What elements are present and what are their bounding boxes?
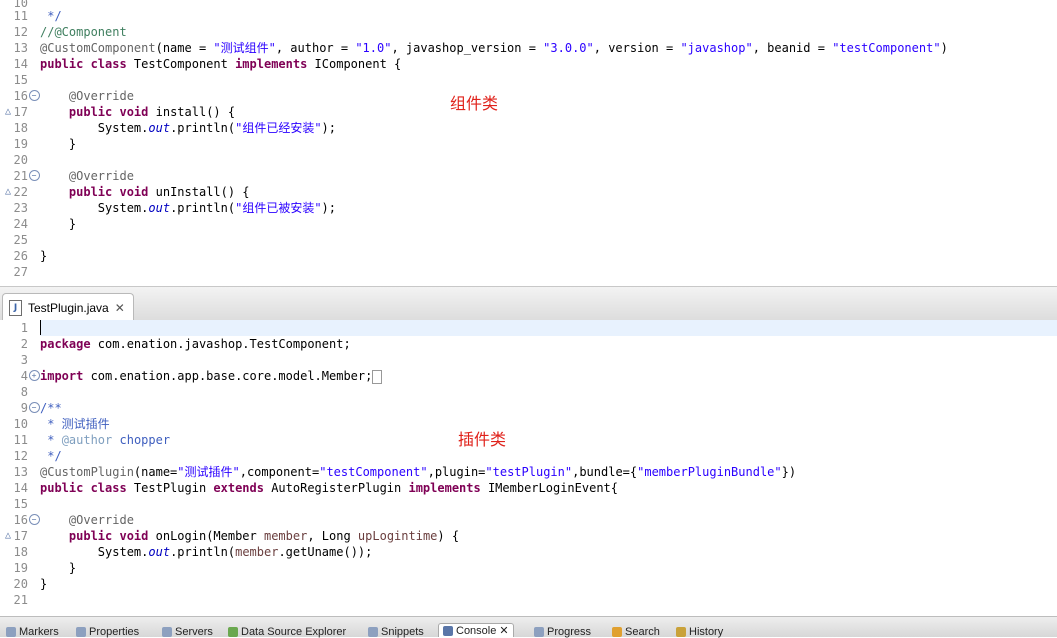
bottom-view-tab-bar: Markers Properties Servers Data Source E… (0, 616, 1057, 638)
line-number: 13 (13, 465, 28, 479)
line-number: 11 (13, 9, 28, 23)
line-number: 15 (13, 497, 28, 511)
code-line: System.out.println("组件已被安装"); (40, 201, 336, 215)
tab-history[interactable]: History (676, 626, 723, 638)
line-number: 16 (13, 89, 28, 103)
code-line: @CustomComponent(name = "测试组件", author =… (40, 41, 948, 55)
line-number: 19 (13, 137, 28, 151)
fold-icon[interactable]: − (28, 512, 40, 528)
editor-tab-bar: J TestPlugin.java ✕ (0, 286, 1057, 322)
code-line: package com.enation.javashop.TestCompone… (40, 337, 351, 351)
code-line: */ (40, 449, 62, 463)
line-number: 25 (13, 233, 28, 247)
code-line: @Override (40, 513, 134, 527)
code-line: @CustomPlugin(name="测试插件",component="tes… (40, 465, 797, 479)
line-number: 21 (13, 593, 28, 607)
console-icon (443, 625, 453, 636)
code-line: System.out.println(member.getUname()); (40, 545, 373, 559)
top-editor[interactable]: 10 11 */ 12//@Component 13 @CustomCompone… (0, 0, 1057, 284)
text-caret (40, 320, 41, 335)
code-line: * @author chopper (40, 433, 171, 447)
tab-search[interactable]: Search (612, 626, 660, 638)
code-line: } (40, 217, 77, 231)
line-number: 12 (13, 25, 28, 39)
folded-imports-box[interactable] (372, 369, 383, 384)
line-number: 18 (13, 545, 28, 559)
line-number: 9 (20, 401, 28, 415)
line-number: 14 (13, 57, 28, 71)
code-line: public void onLogin(Member member, Long … (68, 529, 460, 543)
annotation-note: 组件类 (450, 94, 499, 113)
line-number: 2 (20, 337, 28, 351)
line-number: 26 (13, 249, 28, 263)
tab-testplugin-java[interactable]: J TestPlugin.java ✕ (2, 293, 134, 322)
code-line: public void unInstall() { (68, 185, 250, 199)
fold-icon[interactable]: − (28, 400, 40, 416)
code-line: } (40, 561, 77, 575)
current-line-highlight (40, 320, 1057, 336)
override-triangle-icon: △ (4, 530, 12, 541)
line-number: 3 (20, 353, 28, 367)
line-number: 13 (13, 41, 28, 55)
line-number: 23 (13, 201, 28, 215)
annotation-note: 插件类 (458, 430, 507, 449)
line-number: 10 (13, 417, 28, 431)
code-line: } (40, 137, 77, 151)
tab-label: TestPlugin.java (28, 301, 109, 315)
line-number: 27 (13, 265, 28, 279)
code-line: import com.enation.app.base.core.model.M… (40, 368, 383, 384)
bottom-editor[interactable]: 1 2 package com.enation.javashop.TestComp… (0, 320, 1057, 616)
line-number: 4 (20, 369, 28, 383)
line-number: 19 (13, 561, 28, 575)
line-number: 21 (13, 169, 28, 183)
java-file-icon: J (9, 300, 22, 316)
tab-markers[interactable]: Markers (6, 626, 59, 638)
line-number: 14 (13, 481, 28, 495)
fold-icon[interactable]: − (28, 168, 40, 184)
line-number: 11 (13, 433, 28, 447)
code-line: * 测试插件 (40, 417, 110, 431)
line-number: 12 (13, 449, 28, 463)
code-line: public class TestComponent implements IC… (40, 57, 402, 71)
tab-snippets[interactable]: Snippets (368, 626, 424, 638)
line-number: 20 (13, 153, 28, 167)
fold-icon[interactable]: − (28, 88, 40, 104)
override-triangle-icon: △ (4, 186, 12, 197)
code-line: } (40, 577, 48, 591)
tab-properties[interactable]: Properties (76, 626, 139, 638)
code-line: */ (40, 9, 62, 23)
tab-data-source-explorer[interactable]: Data Source Explorer (228, 626, 346, 638)
close-icon[interactable]: ✕ (499, 624, 508, 637)
code-line: /** (40, 401, 62, 415)
code-line: System.out.println("组件已经安装"); (40, 121, 336, 135)
override-triangle-icon: △ (4, 106, 12, 117)
tab-progress[interactable]: Progress (534, 626, 591, 638)
close-icon[interactable]: ✕ (115, 301, 125, 315)
expand-icon[interactable]: + (28, 368, 40, 384)
code-line: public void install() { (68, 105, 236, 119)
line-number: 1 (20, 321, 28, 335)
line-number: 15 (13, 73, 28, 87)
code-line: @Override (40, 89, 134, 103)
tab-servers[interactable]: Servers (162, 626, 213, 638)
line-number: 8 (20, 385, 28, 399)
line-number: 20 (13, 577, 28, 591)
tab-console[interactable]: Console ✕ (438, 623, 514, 637)
code-line: public class TestPlugin extends AutoRegi… (40, 481, 619, 495)
code-line: @Override (40, 169, 134, 183)
line-number: 18 (13, 121, 28, 135)
line-number: 24 (13, 217, 28, 231)
code-line: //@Component (40, 25, 127, 39)
code-line: } (40, 249, 48, 263)
line-number: 16 (13, 513, 28, 527)
